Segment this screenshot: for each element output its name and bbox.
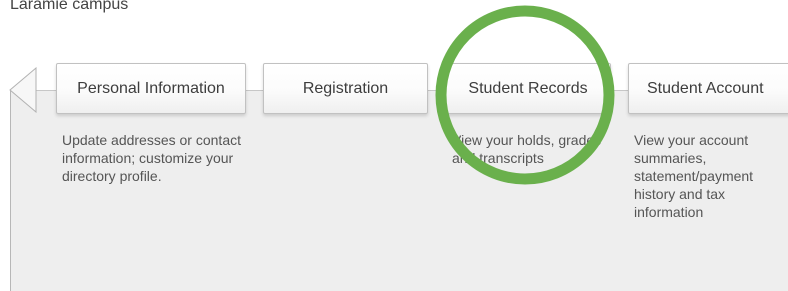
tab-student-account[interactable]: Student Account xyxy=(628,63,788,114)
tab-student-records[interactable]: Student Records xyxy=(445,63,611,114)
tab-personal-information[interactable]: Personal Information xyxy=(56,63,246,114)
student-account-description: View your account summaries, statement/p… xyxy=(634,132,754,220)
chevron-left-icon[interactable] xyxy=(9,66,37,114)
campus-label: Laramie campus xyxy=(10,0,129,13)
tab-registration[interactable]: Registration xyxy=(263,63,428,114)
page: Laramie campus Personal Information Regi… xyxy=(0,0,788,291)
personal-information-description: Update addresses or contact information;… xyxy=(62,132,241,184)
student-records-description: View your holds, grades and transcripts xyxy=(452,132,602,166)
